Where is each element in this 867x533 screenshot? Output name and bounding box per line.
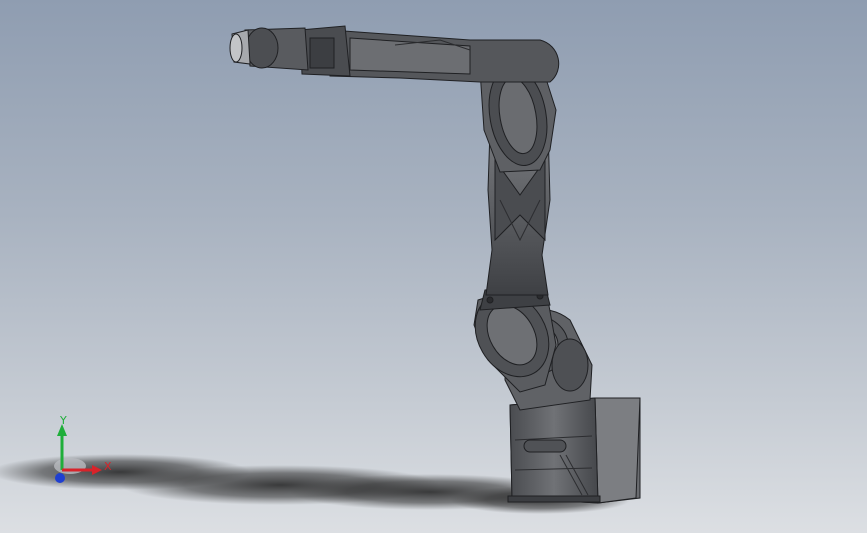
robot-lower-arm <box>473 284 557 393</box>
y-axis-label: Y <box>59 414 67 427</box>
triad-plane <box>54 458 86 474</box>
robot-arm-model[interactable] <box>0 0 867 533</box>
coordinate-triad: Y X <box>54 414 112 483</box>
z-axis-marker <box>55 473 65 483</box>
x-axis-arrow <box>92 465 102 475</box>
robot-forearm <box>299 25 560 83</box>
x-axis-label: X <box>104 460 112 473</box>
robot-base <box>507 397 641 504</box>
cad-viewport[interactable]: Y X <box>0 0 867 533</box>
robot-end-effector <box>229 27 309 71</box>
